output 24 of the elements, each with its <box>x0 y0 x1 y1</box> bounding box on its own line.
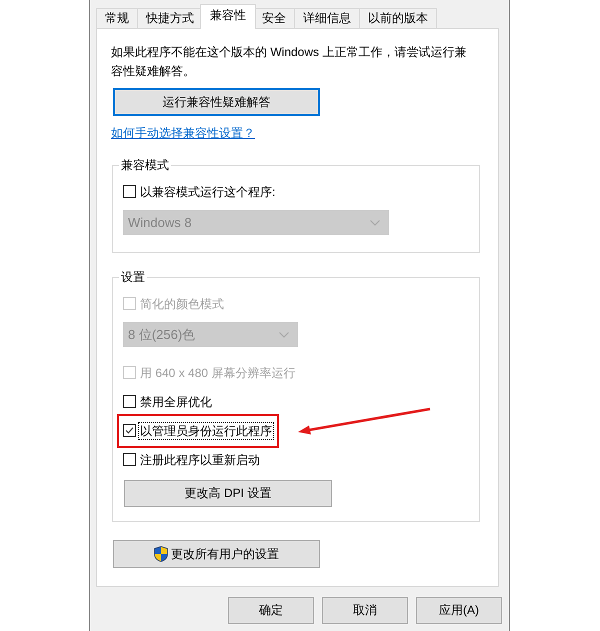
dialog-button[interactable]: 应用(A) <box>416 597 502 624</box>
group-title: 兼容模式 <box>120 157 170 174</box>
all-users-settings-button[interactable]: 更改所有用户的设置 <box>113 540 320 568</box>
intro-text: 如果此程序不能在这个版本的 Windows 上正常工作，请尝试运行兼容性疑难解答。 <box>111 44 468 80</box>
dialog-button[interactable]: 确定 <box>228 597 314 624</box>
chevron-down-icon <box>279 332 289 338</box>
checkbox-label[interactable]: 禁用全屏优化 <box>138 392 214 410</box>
tab[interactable]: 以前的版本 <box>359 8 437 28</box>
tab[interactable]: 常规 <box>96 8 138 28</box>
tab[interactable]: 兼容性 <box>200 4 256 29</box>
checkbox-label[interactable]: 以管理员身份运行此程序 <box>138 422 274 440</box>
chevron-down-icon <box>370 220 380 226</box>
dpi-settings-button[interactable]: 更改高 DPI 设置 <box>124 480 332 507</box>
shield-icon <box>154 546 168 562</box>
dialog-button[interactable]: 取消 <box>322 597 408 624</box>
checkbox[interactable] <box>123 424 136 437</box>
checkbox[interactable] <box>123 185 136 198</box>
checkbox-label[interactable]: 注册此程序以重新启动 <box>138 450 262 468</box>
checkbox-label[interactable]: 以兼容模式运行这个程序: <box>138 182 278 200</box>
help-link[interactable]: 如何手动选择兼容性设置？ <box>111 124 255 143</box>
checkbox[interactable] <box>123 395 136 408</box>
troubleshoot-button[interactable]: 运行兼容性疑难解答 <box>113 88 320 116</box>
group-title: 设置 <box>120 269 146 286</box>
checkbox[interactable] <box>123 453 136 466</box>
